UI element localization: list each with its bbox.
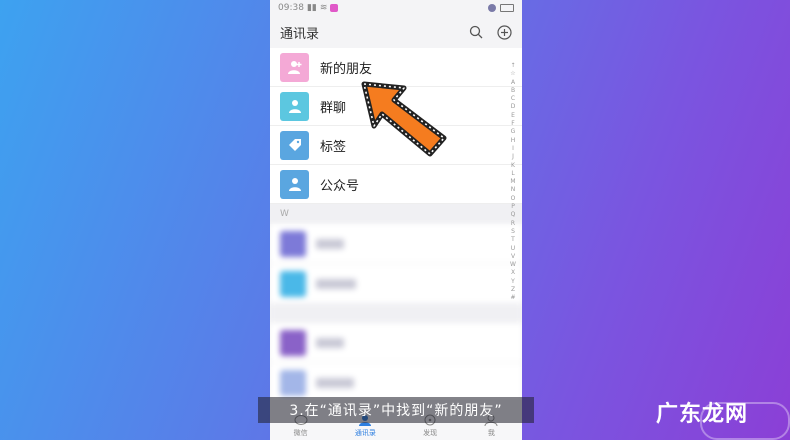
index-letter[interactable]: K [511, 162, 515, 170]
status-time: 09:38 [278, 3, 304, 13]
index-letter[interactable]: # [510, 294, 515, 302]
index-letter[interactable]: P [511, 203, 515, 211]
index-letter[interactable]: Z [511, 286, 515, 294]
top-bar: 通讯录 [270, 16, 522, 48]
list-item[interactable] [270, 263, 522, 303]
index-letter[interactable]: I [512, 145, 514, 153]
index-letter[interactable]: F [511, 120, 514, 128]
notification-icon [488, 4, 496, 12]
blurred-contacts [270, 224, 522, 402]
index-letter[interactable]: ☆ [510, 70, 515, 78]
index-letter[interactable]: C [511, 95, 515, 103]
tab-label: 发现 [423, 429, 438, 437]
index-letter[interactable]: D [511, 103, 516, 111]
index-letter[interactable]: M [510, 178, 515, 186]
index-letter[interactable]: N [511, 186, 516, 194]
index-letter[interactable]: T [511, 236, 515, 244]
group-chat-icon [280, 91, 309, 121]
index-letter[interactable]: H [511, 137, 516, 145]
alphabet-index[interactable]: ↑ ☆ A B C D E F G H I J K L M N O P Q R S T U V W X Y Z # [508, 62, 518, 303]
index-letter[interactable]: A [511, 79, 515, 87]
new-friends-icon [280, 52, 309, 82]
official-accounts-row[interactable]: 公众号 [270, 165, 522, 204]
index-letter[interactable]: U [511, 245, 515, 253]
index-letter[interactable]: Y [511, 278, 515, 286]
index-letter[interactable]: B [511, 87, 515, 95]
list-item[interactable] [270, 362, 522, 402]
tab-label: 我 [487, 429, 495, 437]
index-letter[interactable]: X [511, 269, 515, 277]
add-icon[interactable] [496, 24, 512, 40]
official-account-icon [280, 169, 309, 199]
subtitle-box: 3.在“通讯录”中找到“新的朋友” [258, 397, 534, 423]
phone-screen: 09:38 ▮▮ ≋ 通讯录 新的朋友 群聊 标签 公众号 W ↑ ☆ A B … [270, 0, 522, 440]
group-chat-label: 群聊 [320, 100, 347, 116]
tag-icon [280, 130, 309, 160]
list-item[interactable] [270, 224, 522, 263]
pointer-arrow-icon [361, 81, 447, 157]
subtitle-caption: 3.在“通讯录”中找到“新的朋友” [289, 403, 503, 419]
index-letter[interactable]: O [511, 195, 516, 203]
index-letter[interactable]: J [512, 153, 514, 161]
status-bar: 09:38 ▮▮ ≋ [270, 0, 522, 16]
section-header: W [270, 204, 522, 224]
signal-icon: ▮▮ [306, 3, 317, 13]
index-letter[interactable]: E [511, 112, 515, 120]
index-letter[interactable]: R [511, 220, 515, 228]
wifi-icon: ≋ [319, 3, 328, 13]
index-letter[interactable]: Q [511, 211, 516, 219]
index-letter[interactable]: V [511, 253, 515, 261]
list-item[interactable] [270, 323, 522, 362]
index-letter[interactable]: ↑ [510, 62, 515, 70]
official-accounts-label: 公众号 [320, 178, 360, 194]
app-badge-icon [330, 4, 339, 12]
index-letter[interactable]: S [511, 228, 515, 236]
search-icon[interactable] [468, 24, 484, 40]
watermark-text: 广东龙网 [656, 402, 749, 427]
tab-label: 微信 [293, 429, 308, 437]
index-letter[interactable]: L [511, 170, 514, 178]
battery-icon [500, 4, 514, 12]
tab-label: 通讯录 [354, 429, 376, 437]
new-friends-label: 新的朋友 [320, 61, 373, 77]
index-letter[interactable]: G [511, 128, 516, 136]
index-letter[interactable]: W [510, 261, 516, 269]
tags-label: 标签 [320, 139, 347, 155]
page-title: 通讯录 [280, 26, 320, 42]
